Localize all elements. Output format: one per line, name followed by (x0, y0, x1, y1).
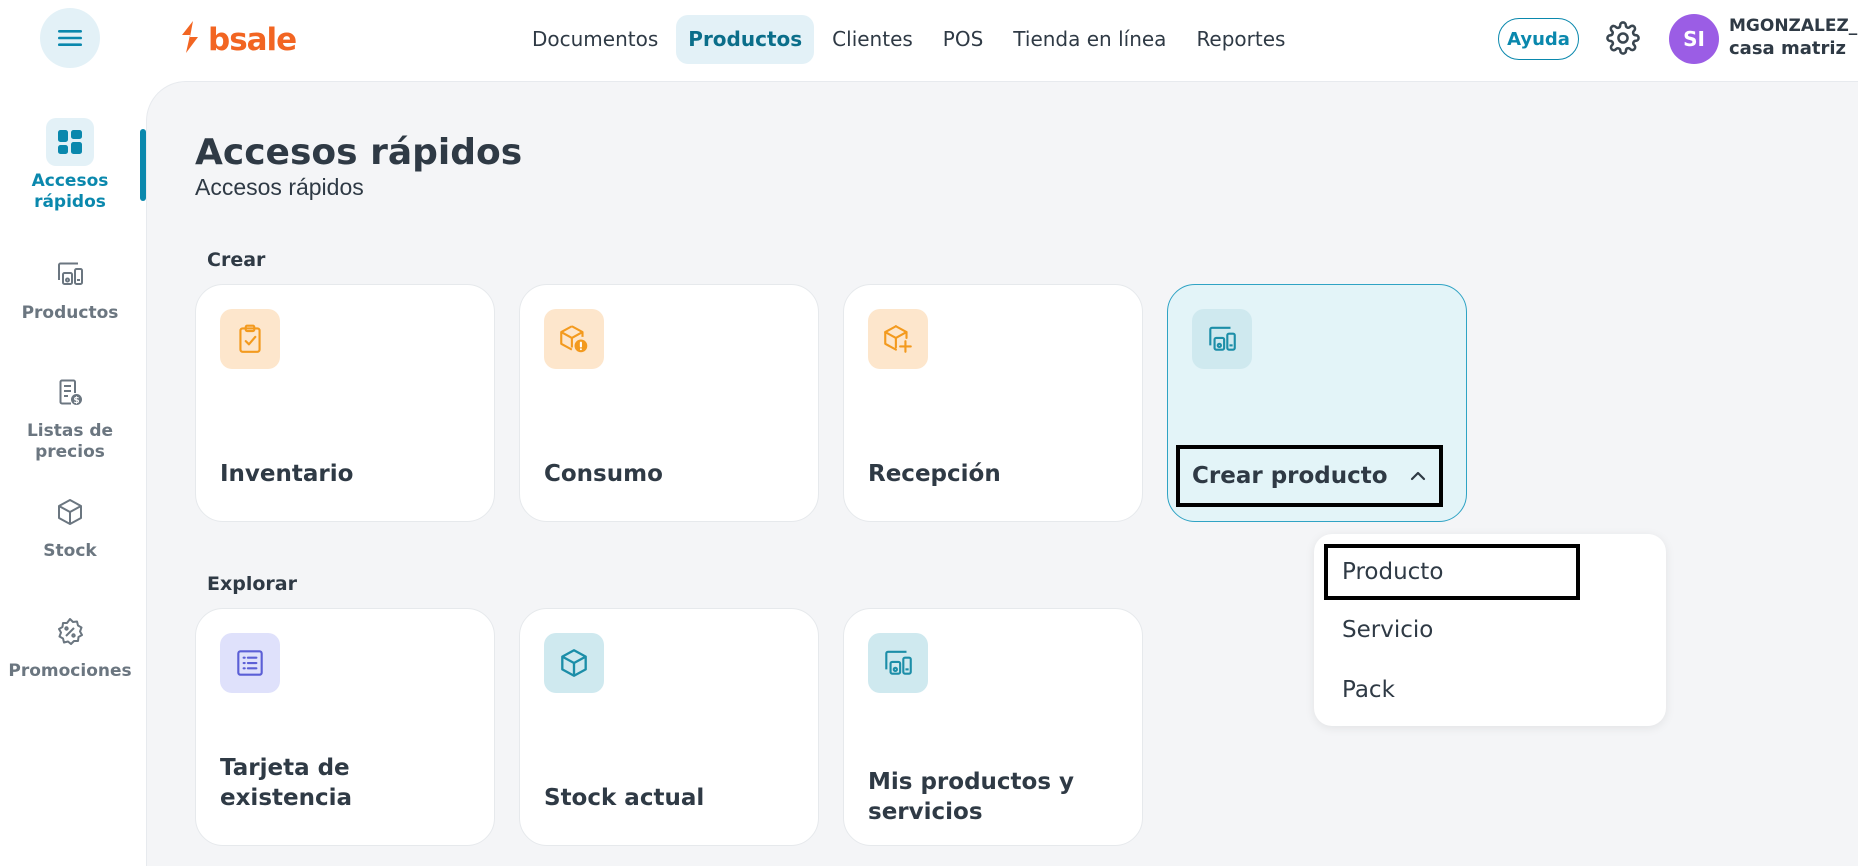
user-branch: casa matriz (1729, 38, 1846, 59)
products-icon (868, 633, 928, 693)
crear-producto-dropdown-menu: Producto Servicio Pack (1314, 534, 1666, 726)
card-crear-producto[interactable]: Crear producto (1167, 284, 1467, 522)
sidebar-item-promociones[interactable]: Promociones (0, 608, 140, 682)
card-title: Mis productos y servicios (868, 769, 1075, 825)
user-info[interactable]: MGONZALEZ_... casa matriz (1729, 16, 1858, 59)
sidebar-item-label: Promociones (8, 661, 132, 681)
dropdown-option-producto[interactable]: Producto (1324, 544, 1580, 600)
sidebar-item-label: Listas de precios (26, 421, 114, 462)
discount-badge-icon (46, 608, 94, 656)
card-title: Recepción (868, 461, 1001, 487)
section-label-crear: Crear (207, 249, 266, 271)
price-list-icon: $ (46, 368, 94, 416)
bsale-logo-icon (178, 20, 202, 59)
sidebar-item-accesos-rapidos[interactable]: Accesos rápidos (0, 118, 140, 213)
nav-pos[interactable]: POS (931, 15, 996, 64)
crear-producto-dropdown-toggle[interactable]: Crear producto (1176, 445, 1443, 507)
sidebar-item-label: Productos (21, 303, 119, 323)
card-tarjeta-de-existencia[interactable]: Tarjeta de existencia (195, 608, 495, 846)
box-icon (544, 633, 604, 693)
sidebar-item-stock[interactable]: Stock (0, 488, 140, 562)
box-icon (46, 488, 94, 536)
hamburger-icon (58, 30, 82, 46)
user-name: MGONZALEZ_... (1729, 16, 1858, 36)
nav-tienda-en-linea[interactable]: Tienda en línea (1001, 15, 1178, 64)
nav-clientes[interactable]: Clientes (820, 15, 925, 64)
sidebar-item-listas-de-precios[interactable]: $ Listas de precios (0, 368, 140, 463)
help-button[interactable]: Ayuda (1498, 18, 1579, 60)
svg-text:$: $ (73, 396, 79, 406)
list-card-icon (220, 633, 280, 693)
dashboard-icon (46, 118, 94, 166)
card-title: Consumo (544, 461, 663, 487)
page-title: Accesos rápidos (195, 132, 523, 173)
box-alert-icon (544, 309, 604, 369)
page-subtitle: Accesos rápidos (195, 174, 364, 200)
section-label-explorar: Explorar (207, 573, 297, 595)
card-title: Stock actual (544, 785, 705, 811)
card-title: Tarjeta de existencia (220, 755, 353, 811)
card-stock-actual[interactable]: Stock actual (519, 608, 819, 846)
nav-productos[interactable]: Productos (676, 15, 815, 64)
dropdown-option-servicio[interactable]: Servicio (1324, 602, 1580, 658)
logo-text: bsale (208, 21, 297, 58)
top-bar: bsale Documentos Productos Clientes POS … (0, 0, 1858, 80)
sidebar-item-label: Stock (43, 541, 97, 561)
products-icon (1192, 309, 1252, 369)
card-title: Crear producto (1192, 463, 1388, 489)
card-recepcion[interactable]: Recepción (843, 284, 1143, 522)
card-consumo[interactable]: Consumo (519, 284, 819, 522)
main-nav: Documentos Productos Clientes POS Tienda… (520, 15, 1303, 64)
dropdown-option-pack[interactable]: Pack (1324, 662, 1580, 718)
clipboard-check-icon (220, 309, 280, 369)
sidebar-item-productos[interactable]: Productos (0, 250, 140, 324)
avatar[interactable]: SI (1669, 14, 1719, 64)
card-title: Inventario (220, 461, 354, 487)
hamburger-menu-button[interactable] (40, 8, 100, 68)
nav-documentos[interactable]: Documentos (520, 15, 670, 64)
card-mis-productos-y-servicios[interactable]: Mis productos y servicios (843, 608, 1143, 846)
chevron-up-icon (1410, 471, 1426, 481)
sidebar: Accesos rápidos Productos $ Listas de pr… (0, 80, 146, 866)
bsale-logo[interactable]: bsale (178, 20, 297, 59)
box-plus-icon (868, 309, 928, 369)
products-icon (46, 250, 94, 298)
gear-icon[interactable] (1606, 21, 1640, 55)
main-content: Accesos rápidos Accesos rápidos Crear In… (146, 81, 1858, 866)
sidebar-item-label: Accesos rápidos (31, 171, 109, 212)
card-inventario[interactable]: Inventario (195, 284, 495, 522)
nav-reportes[interactable]: Reportes (1184, 15, 1297, 64)
